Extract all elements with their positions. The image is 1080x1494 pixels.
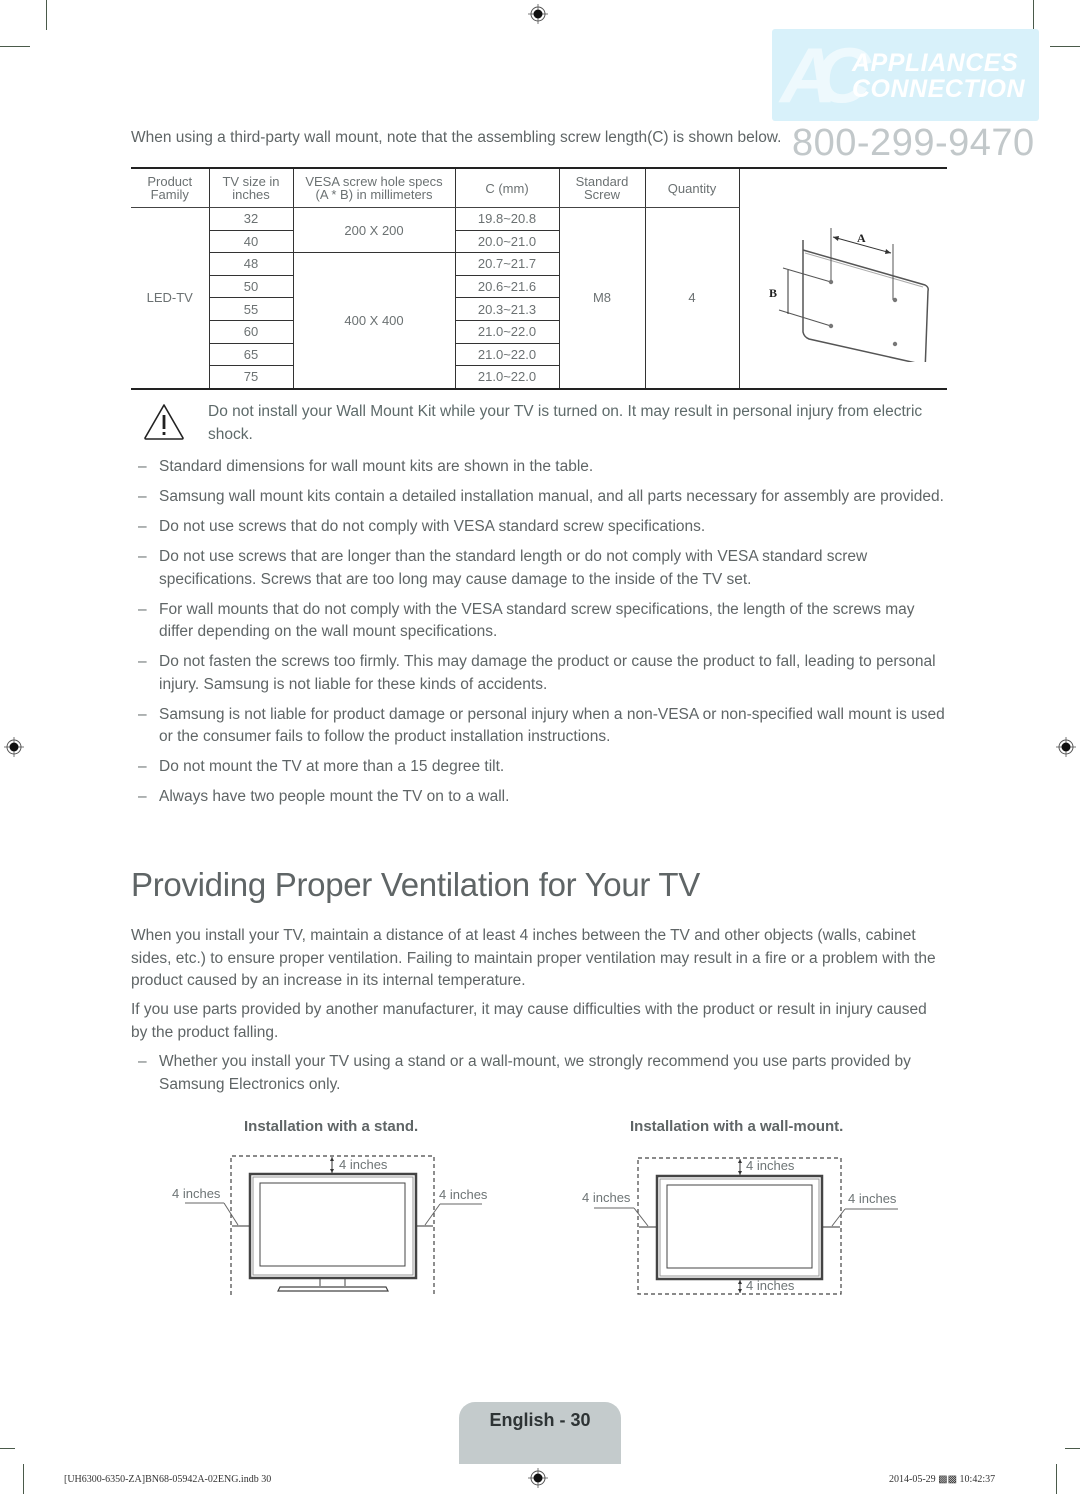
vesa-hole-diagram: A B	[769, 228, 930, 373]
registration-mark-icon	[528, 1468, 548, 1488]
stand-clearance-diagram: 4 inches 4 inches 4 inches	[172, 1155, 488, 1295]
list-item: Standard dimensions for wall mount kits …	[131, 456, 951, 479]
intro-text: When using a third-party wall mount, not…	[131, 129, 782, 146]
crop-mark	[1033, 0, 1034, 30]
table-header-row: Product Family TV size in inches VESA scre…	[131, 167, 947, 390]
list-item: Whether you install your TV using a stan…	[131, 1051, 951, 1096]
footer-timestamp: 2014-05-29 ▩▩ 10:42:37	[889, 1474, 996, 1485]
list-item: Do not mount the TV at more than a 15 de…	[131, 756, 951, 779]
quantity-cell: 4	[644, 207, 739, 390]
page-number-tab: English - 30	[459, 1402, 621, 1464]
stand-diagram-title: Installation with a stand.	[244, 1118, 419, 1135]
registration-mark-icon	[528, 4, 548, 24]
list-item: Samsung is not liable for product damage…	[131, 704, 951, 749]
c-mm-cell: 20.7~21.7	[454, 252, 559, 276]
watermark-logo-initials: AC	[780, 31, 871, 119]
section-title: Providing Proper Ventilation for Your TV	[131, 866, 700, 903]
standard-screw-cell: M8	[558, 207, 645, 390]
tv-size-cell: 65	[208, 343, 293, 367]
c-mm-cell: 21.0~22.0	[454, 365, 559, 390]
wall-left-clearance-label: 4 inches	[582, 1190, 631, 1205]
c-mm-cell: 20.3~21.3	[454, 297, 559, 321]
tv-size-cell: 55	[208, 297, 293, 321]
registration-mark-icon	[1056, 737, 1076, 757]
crop-mark	[1065, 1448, 1080, 1449]
list-item: Do not use screws that are longer than t…	[131, 546, 951, 591]
header-product-family: Product Family	[131, 167, 209, 208]
watermark-logo-line1: APPLIANCES	[852, 49, 1019, 77]
tv-size-cell: 60	[208, 320, 293, 344]
list-item: Do not fasten the screws too firmly. Thi…	[131, 651, 951, 696]
stand-top-clearance-label: 4 inches	[339, 1157, 388, 1172]
crop-mark	[46, 0, 47, 30]
vesa-cell: 200 X 200	[292, 207, 455, 254]
c-mm-cell: 20.6~21.6	[454, 275, 559, 299]
tv-size-cell: 48	[208, 252, 293, 276]
wall-right-clearance-label: 4 inches	[848, 1191, 897, 1206]
crop-mark	[0, 46, 30, 47]
list-item: Do not use screws that do not comply wit…	[131, 516, 951, 539]
third-party-paragraph: If you use parts provided by another man…	[131, 1001, 927, 1041]
stand-right-clearance-label: 4 inches	[439, 1187, 488, 1202]
crop-mark	[0, 1448, 15, 1449]
diagram-label-b: B	[769, 286, 777, 300]
warning-icon	[144, 404, 184, 440]
diagram-label-a: A	[857, 231, 866, 245]
header-c-mm: C (mm)	[454, 167, 559, 208]
c-mm-cell: 21.0~22.0	[454, 320, 559, 344]
page-number-label: English - 30	[489, 1410, 591, 1430]
wall-mount-spec-table: Product Family TV size in inches VESA scre…	[131, 167, 947, 390]
tv-size-cell: 50	[208, 275, 293, 299]
list-item: Samsung wall mount kits contain a detail…	[131, 486, 951, 509]
c-mm-cell: 21.0~22.0	[454, 343, 559, 367]
header-quantity: Quantity	[644, 167, 739, 208]
tv-size-cell: 75	[208, 365, 293, 390]
warning-text: Do not install your Wall Mount Kit while…	[208, 403, 923, 443]
wall-mount-clearance-diagram: 4 inches 4 inches 4 inches 4 inches	[582, 1157, 898, 1295]
crop-mark	[1056, 1464, 1057, 1494]
watermark-logo-line2: CONNECTION	[852, 75, 1026, 103]
header-vesa: VESA screw hole specs (A * B) in millimet…	[292, 167, 455, 208]
wall-diagram-title: Installation with a wall-mount.	[630, 1118, 844, 1135]
tv-size-cell: 40	[208, 230, 293, 254]
watermark-logo: AC APPLIANCES CONNECTION	[772, 29, 1039, 121]
vesa-diagram-cell: A B	[738, 167, 947, 390]
header-standard-screw: Standard Screw	[558, 167, 645, 208]
c-mm-cell: 20.0~21.0	[454, 230, 559, 254]
c-mm-cell: 19.8~20.8	[454, 207, 559, 231]
header-tv-size: TV size in inches	[208, 167, 293, 208]
list-item: For wall mounts that do not comply with …	[131, 599, 951, 644]
wall-mount-notes-list: Standard dimensions for wall mount kits …	[131, 456, 951, 816]
ventilation-paragraph: When you install your TV, maintain a dis…	[131, 927, 936, 989]
wall-bottom-clearance-label: 4 inches	[746, 1278, 795, 1293]
crop-mark	[23, 1464, 24, 1494]
ventilation-notes-list: Whether you install your TV using a stan…	[131, 1051, 951, 1104]
crop-mark	[1050, 46, 1080, 47]
footer-file-name: [UH6300-6350-ZA]BN68-05942A-02ENG.indb 3…	[64, 1474, 272, 1485]
stand-left-clearance-label: 4 inches	[172, 1186, 221, 1201]
registration-mark-icon	[4, 737, 24, 757]
vesa-cell: 400 X 400	[292, 252, 455, 390]
tv-size-cell: 32	[208, 207, 293, 231]
watermark-phone: 800-299-9470	[792, 122, 1035, 164]
product-family-cell: LED-TV	[131, 207, 209, 390]
wall-top-clearance-label: 4 inches	[746, 1158, 795, 1173]
list-item: Always have two people mount the TV on t…	[131, 786, 951, 809]
